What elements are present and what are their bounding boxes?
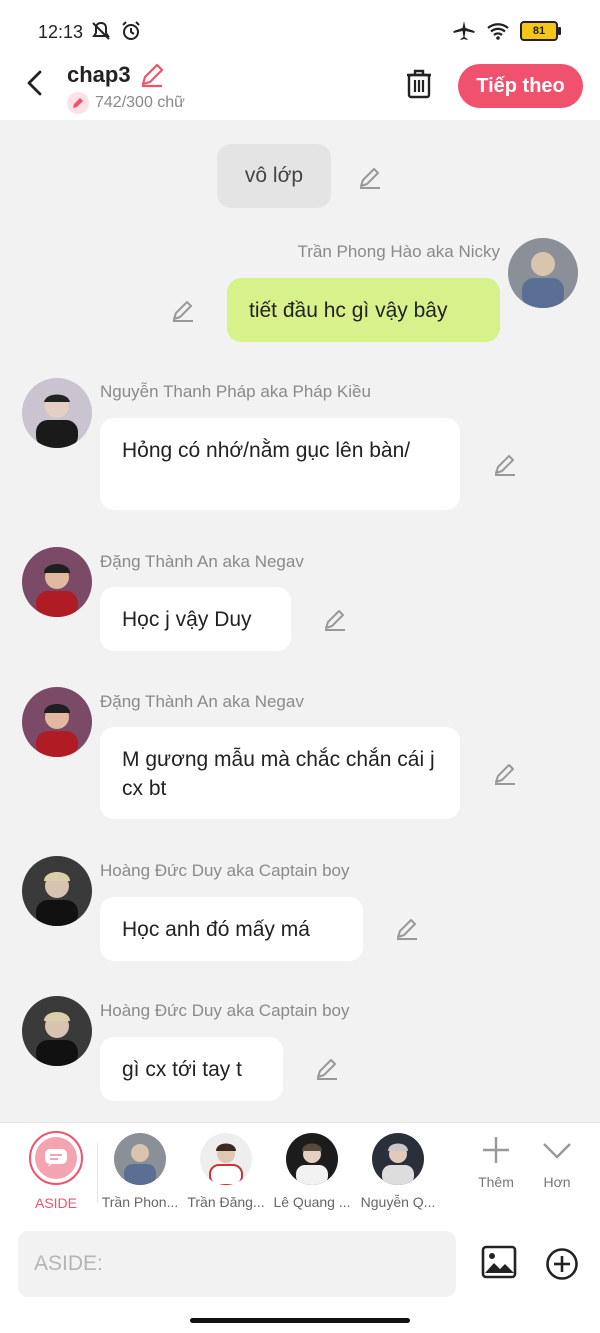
character-item[interactable]: Nguyễn Q... <box>357 1133 439 1210</box>
airplane-icon <box>453 21 475 40</box>
sender-name: Hoàng Đức Duy aka Captain boy <box>100 861 350 880</box>
avatar[interactable] <box>508 238 578 308</box>
sender-name: Hoàng Đức Duy aka Captain boy <box>100 1001 350 1020</box>
message-input[interactable] <box>18 1231 456 1297</box>
message-bubble[interactable]: Học anh đó mấy má <box>100 897 363 961</box>
avatar[interactable] <box>22 687 92 757</box>
edit-icon[interactable] <box>394 915 420 941</box>
edit-icon[interactable] <box>314 1055 340 1081</box>
avatar[interactable] <box>22 856 92 926</box>
header: chap3 742/300 chữ Tiếp theo <box>0 60 600 120</box>
message-bubble[interactable]: gì cx tới tay t <box>100 1037 283 1101</box>
edit-title-icon[interactable] <box>139 62 165 88</box>
avatar[interactable] <box>22 547 92 617</box>
next-button[interactable]: Tiếp theo <box>458 64 583 108</box>
plus-icon <box>483 1137 509 1163</box>
page-title: chap3 <box>67 62 131 87</box>
alarm-icon <box>122 21 140 40</box>
back-icon[interactable] <box>20 68 50 98</box>
chat-area[interactable]: vô lớp Trần Phong Hào aka Nicky tiết đầu… <box>0 120 600 1120</box>
more-button[interactable]: Thêm <box>471 1135 521 1190</box>
trash-icon[interactable] <box>404 68 434 100</box>
message-bubble[interactable]: M gương mẫu mà chắc chắn cái j cx bt <box>100 727 460 819</box>
sender-name: Nguyễn Thanh Pháp aka Pháp Kiều <box>100 382 371 401</box>
avatar[interactable] <box>22 996 92 1066</box>
narration-bubble[interactable]: vô lớp <box>217 144 331 208</box>
expand-button[interactable]: Hơn <box>532 1135 582 1190</box>
sender-name: Đặng Thành An aka Negav <box>100 692 304 711</box>
pencil-icon <box>67 92 89 114</box>
character-item[interactable]: Lê Quang ... <box>271 1133 353 1210</box>
wifi-icon <box>487 23 509 40</box>
message-bubble[interactable]: Hỏng có nhớ/nằm gục lên bàn/ <box>100 418 460 510</box>
character-item[interactable]: Trần Đăng... <box>185 1133 267 1210</box>
home-indicator <box>190 1318 410 1323</box>
character-bar: ASIDE Trần Phon... Trần Đăng... Lê Quang… <box>0 1122 600 1221</box>
aside-label: ASIDE <box>34 1195 77 1211</box>
word-count-text: 742/300 chữ <box>95 94 185 111</box>
muted-bell-icon <box>92 21 110 40</box>
sender-name: Đặng Thành An aka Negav <box>100 552 304 571</box>
sender-name: Trần Phong Hào aka Nicky <box>297 242 500 261</box>
avatar[interactable] <box>22 378 92 448</box>
status-time: 12:13 <box>38 22 84 42</box>
avatar <box>286 1133 338 1185</box>
avatar <box>114 1133 166 1185</box>
character-item[interactable]: Trần Phon... <box>99 1133 181 1210</box>
message-bubble[interactable]: tiết đầu hc gì vậy bây <box>227 278 500 342</box>
edit-icon[interactable] <box>492 451 518 477</box>
edit-icon[interactable] <box>357 164 383 190</box>
status-bar: 12:13 81 <box>0 0 600 60</box>
edit-icon[interactable] <box>170 297 196 323</box>
avatar <box>200 1133 252 1185</box>
add-circle-icon[interactable] <box>545 1247 579 1281</box>
word-count: 742/300 chữ <box>67 92 185 114</box>
image-icon[interactable] <box>481 1245 517 1279</box>
battery-icon: 81 <box>520 21 561 41</box>
message-bubble[interactable]: Học j vậy Duy <box>100 587 291 651</box>
input-area <box>0 1221 600 1333</box>
edit-icon[interactable] <box>322 606 348 632</box>
chevron-down-icon <box>543 1143 571 1159</box>
divider <box>97 1143 98 1203</box>
edit-icon[interactable] <box>492 760 518 786</box>
aside-button[interactable]: ASIDE <box>28 1131 84 1211</box>
avatar <box>372 1133 424 1185</box>
chat-bubble-icon <box>45 1149 67 1167</box>
